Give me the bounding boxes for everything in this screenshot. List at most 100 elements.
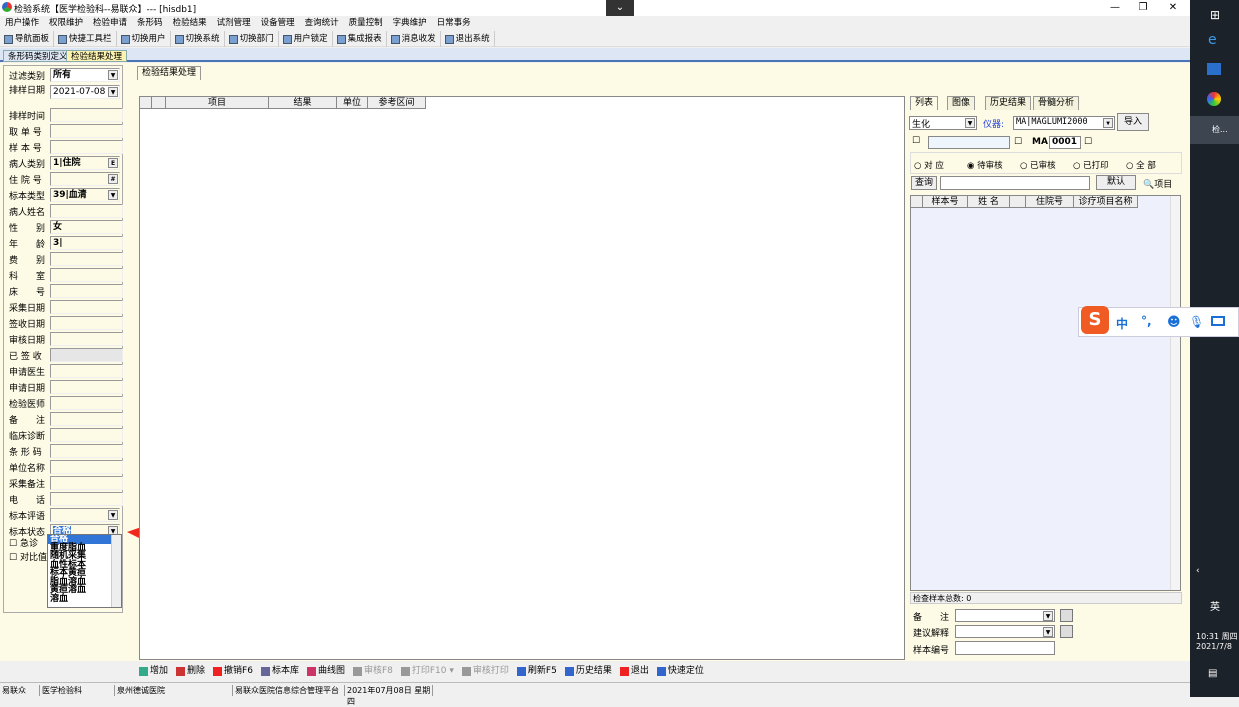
result-grid[interactable]: 项目 结果 单位 参考区间 — [139, 96, 905, 660]
ime-punctuation[interactable]: °, — [1141, 314, 1152, 328]
radio-option[interactable]: ○ 已打印 — [1073, 159, 1109, 171]
menu-item[interactable]: 检验申请 — [88, 16, 132, 30]
advice-select[interactable]: ▼ — [955, 625, 1055, 638]
menu-item[interactable]: 用户操作 — [0, 16, 44, 30]
field-input[interactable] — [50, 460, 123, 474]
field-input[interactable] — [50, 476, 123, 490]
tab-marrow[interactable]: 骨髓分析 — [1033, 96, 1080, 110]
column-header-sample-no[interactable]: 样本号 — [923, 196, 968, 208]
remark-select[interactable]: ▼ — [955, 609, 1055, 622]
taskbar-app[interactable]: 检... — [1190, 116, 1239, 144]
field-button[interactable]: # — [108, 174, 118, 184]
field-input[interactable] — [50, 428, 123, 442]
action-button[interactable]: 快速定位 — [653, 662, 708, 680]
field-input[interactable] — [50, 444, 123, 458]
column-header-inpatient-no[interactable]: 住院号 — [1026, 196, 1074, 208]
radio-option[interactable]: ○ 对 应 — [914, 159, 944, 171]
items-button[interactable]: 🔍项目 — [1143, 177, 1172, 190]
field-input[interactable]: ▼ — [50, 508, 120, 522]
action-button[interactable]: 审核F8 — [349, 662, 397, 680]
edit-advice-icon[interactable] — [1060, 625, 1073, 638]
field-input[interactable] — [50, 332, 123, 346]
field-input[interactable] — [50, 380, 123, 394]
tab-barcode-category[interactable]: 条形码类别定义 — [3, 50, 73, 62]
filter-input[interactable] — [928, 136, 1010, 149]
action-button[interactable]: 增加 — [135, 662, 172, 680]
field-input[interactable] — [50, 364, 123, 378]
tab-list[interactable]: 列表 — [910, 96, 939, 110]
field-input[interactable] — [50, 300, 123, 314]
radio-icon[interactable]: ○ — [1020, 161, 1030, 171]
column-header-item[interactable]: 项目 — [166, 97, 269, 109]
action-button[interactable]: 删除 — [172, 662, 209, 680]
edit-remark-icon[interactable] — [1060, 609, 1073, 622]
field-input[interactable] — [50, 108, 123, 122]
chevron-down-icon[interactable]: ▼ — [108, 510, 118, 520]
clock-date[interactable]: 2021/7/8 — [1196, 642, 1232, 651]
toolbar-button[interactable]: 切换用户 — [117, 31, 171, 47]
field-input[interactable]: 女 — [50, 220, 123, 234]
query-button[interactable]: 查询 — [911, 176, 937, 190]
radio-icon[interactable]: ○ — [914, 161, 924, 171]
ime-language[interactable]: 英 — [1210, 598, 1220, 613]
query-input[interactable] — [940, 176, 1090, 190]
menu-item[interactable]: 条形码 — [132, 16, 168, 30]
field-input[interactable] — [50, 348, 123, 362]
action-button[interactable]: 历史结果 — [561, 662, 616, 680]
field-input[interactable] — [50, 396, 123, 410]
toolbar-button[interactable]: 切换部门 — [225, 31, 279, 47]
toolbar-button[interactable]: 集成报表 — [333, 31, 387, 47]
emoji-icon[interactable]: ☻ — [1167, 315, 1181, 330]
radio-option[interactable]: ○ 全 部 — [1126, 159, 1156, 171]
radio-option[interactable]: ◉ 待审核 — [967, 159, 1003, 171]
chevron-down-icon[interactable]: ▼ — [1103, 118, 1113, 128]
menu-item[interactable]: 检验结果 — [168, 16, 212, 30]
tab-history[interactable]: 历史结果 — [985, 96, 1032, 110]
field-input[interactable] — [50, 124, 123, 138]
notification-icon[interactable]: ▤ — [1208, 668, 1217, 679]
edge-icon[interactable]: e — [1208, 32, 1217, 48]
column-header-unit[interactable]: 单位 — [337, 97, 368, 109]
field-button[interactable]: E — [108, 158, 118, 168]
radio-icon[interactable]: ◉ — [967, 161, 977, 171]
tab-image[interactable]: 图像 — [947, 96, 976, 110]
maximize-button[interactable]: ❐ — [1130, 0, 1156, 16]
clock-time[interactable]: 10:31 周四 — [1196, 631, 1238, 642]
radio-option[interactable]: ○ 已审核 — [1020, 159, 1056, 171]
menu-item[interactable]: 字典维护 — [388, 16, 432, 30]
field-input[interactable] — [50, 316, 123, 330]
scrollbar[interactable] — [1170, 196, 1180, 590]
tab-result-processing-main[interactable]: 检验结果处理 — [137, 66, 202, 80]
field-input[interactable] — [50, 492, 123, 506]
sample-list-grid[interactable]: 样本号 姓 名 住院号 诊疗项目名称 — [910, 195, 1181, 591]
checkbox[interactable]: ☐ — [1014, 137, 1022, 147]
chevron-down-icon[interactable]: ▼ — [1043, 611, 1053, 621]
sogou-logo-icon[interactable]: S — [1081, 306, 1109, 334]
field-input[interactable] — [50, 284, 123, 298]
field-input[interactable]: 3| — [50, 236, 123, 250]
collapse-button[interactable]: ⌄ — [606, 0, 634, 16]
urgent-checkbox[interactable]: ☐ 急诊 — [9, 536, 38, 549]
toolbar-button[interactable]: 退出系统 — [441, 31, 495, 47]
column-header-result[interactable]: 结果 — [269, 97, 337, 109]
menu-item[interactable]: 查询统计 — [300, 16, 344, 30]
close-button[interactable]: ✕ — [1160, 0, 1186, 16]
menu-item[interactable]: 权限维护 — [44, 16, 88, 30]
chevron-down-icon[interactable]: ▼ — [1043, 627, 1053, 637]
toolbar-button[interactable]: 导航面板 — [0, 31, 55, 47]
default-button[interactable]: 默认 — [1096, 175, 1136, 190]
toolbar-button[interactable]: 用户锁定 — [279, 31, 333, 47]
ma-number-input[interactable]: 0001 — [1049, 136, 1081, 149]
keyboard-icon[interactable] — [1211, 316, 1225, 326]
tab-result-processing[interactable]: 检验结果处理 — [66, 50, 128, 62]
column-header-reference[interactable]: 参考区间 — [368, 97, 426, 109]
field-input[interactable] — [50, 412, 123, 426]
menu-item[interactable]: 质量控制 — [344, 16, 388, 30]
column-header-item-name[interactable]: 诊疗项目名称 — [1074, 196, 1138, 208]
sample-no-input[interactable] — [955, 641, 1055, 655]
radio-icon[interactable]: ○ — [1126, 161, 1136, 171]
instrument-select[interactable]: MA|MAGLUMI2000 ▼ — [1013, 116, 1115, 130]
microphone-icon[interactable]: 🎙 — [1189, 315, 1204, 329]
menu-item[interactable]: 日常事务 — [432, 16, 476, 30]
field-input[interactable] — [50, 204, 123, 218]
